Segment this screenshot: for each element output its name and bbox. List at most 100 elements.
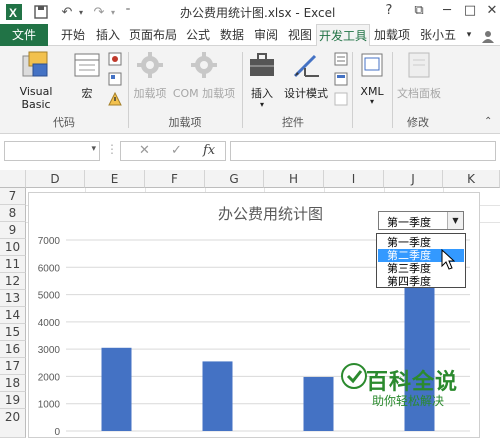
- name-box-dropdown-icon[interactable]: ▾: [91, 144, 96, 154]
- mouse-pointer-icon: [441, 249, 455, 270]
- run-dialog-icon[interactable]: [334, 92, 348, 106]
- customize-qat-icon[interactable]: ⁼: [122, 4, 134, 20]
- row-header[interactable]: 17: [0, 358, 26, 375]
- record-macro-icon[interactable]: [108, 52, 122, 66]
- tab-home[interactable]: 开始: [56, 24, 90, 46]
- row-header[interactable]: 8: [0, 205, 26, 222]
- document-panel-label: 文档面板: [397, 87, 441, 100]
- row-header[interactable]: 10: [0, 239, 26, 256]
- row-header[interactable]: 14: [0, 307, 26, 324]
- column-header[interactable]: G: [205, 170, 264, 188]
- column-header[interactable]: J: [384, 170, 443, 188]
- insert-control-button[interactable]: 插入 ▾: [244, 50, 280, 109]
- combo-dropdown-icon[interactable]: ▼: [447, 212, 463, 229]
- properties-icon[interactable]: [334, 52, 348, 66]
- select-all-corner[interactable]: [0, 170, 26, 188]
- redo-dropdown-icon[interactable]: ▾: [108, 4, 118, 20]
- formula-buttons: ✕ ✓ fx: [120, 141, 226, 161]
- svg-text:X: X: [9, 6, 17, 20]
- quarter-combo-box[interactable]: 第一季度 ▼: [378, 211, 464, 230]
- group-code-label: 代码: [53, 116, 75, 129]
- tab-file[interactable]: 文件: [0, 24, 48, 46]
- tab-page-layout[interactable]: 页面布局: [126, 24, 180, 46]
- enter-icon[interactable]: ✓: [171, 143, 182, 158]
- group-separator: [352, 52, 353, 128]
- row-header[interactable]: 7: [0, 188, 26, 205]
- document-panel-icon: [408, 52, 430, 78]
- collapse-ribbon-icon[interactable]: ⌃: [484, 116, 492, 127]
- column-header[interactable]: H: [264, 170, 324, 188]
- macro-security-icon[interactable]: [108, 92, 122, 106]
- column-header[interactable]: K: [443, 170, 500, 188]
- tab-insert[interactable]: 插入: [92, 24, 124, 46]
- watermark-logo-icon: [341, 363, 367, 389]
- design-mode-button[interactable]: 设计模式: [280, 50, 332, 101]
- help-button[interactable]: ?: [379, 3, 399, 21]
- group-separator: [128, 52, 129, 128]
- xml-button[interactable]: XML ▾: [354, 50, 390, 106]
- row-header[interactable]: 18: [0, 375, 26, 392]
- cancel-icon[interactable]: ✕: [139, 143, 150, 158]
- ribbon: Visual Basic 宏 代码 加载项 COM 加载项 加载项 插入 ▾ 设…: [0, 46, 500, 134]
- excel-logo-icon: X: [6, 4, 22, 20]
- tab-view[interactable]: 视图: [284, 24, 316, 46]
- tab-data[interactable]: 数据: [216, 24, 248, 46]
- tab-addins[interactable]: 加载项: [372, 24, 412, 46]
- group-addins-label: 加载项: [168, 116, 202, 129]
- visual-basic-icon: [22, 51, 48, 77]
- insert-function-icon[interactable]: fx: [203, 143, 215, 158]
- name-box[interactable]: ▾: [4, 141, 100, 161]
- tab-review[interactable]: 审阅: [250, 24, 282, 46]
- combo-option[interactable]: 第四季度: [378, 275, 464, 288]
- row-header[interactable]: 13: [0, 290, 26, 307]
- row-header[interactable]: 12: [0, 273, 26, 290]
- column-header[interactable]: E: [85, 170, 145, 188]
- addins-button[interactable]: 加载项: [130, 50, 170, 101]
- insert-dropdown-icon: ▾: [259, 100, 264, 109]
- undo-icon[interactable]: ↶: [58, 4, 76, 20]
- row-header[interactable]: 11: [0, 256, 26, 273]
- column-header[interactable]: F: [145, 170, 205, 188]
- tab-formulas[interactable]: 公式: [182, 24, 214, 46]
- xml-dropdown-icon: ▾: [369, 97, 374, 106]
- visual-basic-button[interactable]: Visual Basic: [4, 50, 68, 111]
- row-header[interactable]: 16: [0, 341, 26, 358]
- undo-dropdown-icon[interactable]: ▾: [76, 4, 86, 20]
- com-gear-icon: [191, 52, 217, 78]
- macros-label: 宏: [81, 87, 93, 100]
- group-separator: [242, 52, 243, 128]
- formula-input[interactable]: [230, 141, 496, 161]
- ribbon-display-button[interactable]: ⧉: [409, 3, 429, 21]
- save-icon[interactable]: [32, 4, 50, 20]
- relative-reference-icon[interactable]: [108, 72, 122, 86]
- title-bar: X ↶ ▾ ↷ ▾ ⁼ 办公费用统计图.xlsx - Excel ? ⧉ ─ □…: [0, 0, 500, 24]
- column-header[interactable]: I: [324, 170, 384, 188]
- row-header[interactable]: 9: [0, 222, 26, 239]
- tab-developer[interactable]: 开发工具: [316, 24, 370, 47]
- close-button[interactable]: ✕: [482, 3, 500, 21]
- chart-title: 办公费用统计图: [218, 205, 324, 223]
- macros-icon: [74, 53, 100, 77]
- row-header[interactable]: 19: [0, 392, 26, 409]
- user-avatar-icon[interactable]: [478, 24, 498, 46]
- group-modify-label: 修改: [407, 116, 429, 129]
- minimize-button[interactable]: ─: [437, 3, 457, 21]
- account-dropdown-icon[interactable]: ▾: [462, 24, 476, 46]
- document-panel-button[interactable]: 文档面板: [394, 50, 444, 101]
- redo-icon[interactable]: ↷: [90, 4, 108, 20]
- macros-button[interactable]: 宏: [70, 50, 104, 101]
- restore-button[interactable]: □: [460, 3, 480, 21]
- combo-value: 第一季度: [387, 216, 431, 229]
- view-code-icon[interactable]: [334, 72, 348, 86]
- row-header[interactable]: 20: [0, 409, 26, 438]
- formula-bar-grip-icon: ⋮: [106, 142, 118, 156]
- design-mode-label: 设计模式: [284, 87, 328, 100]
- column-header[interactable]: D: [26, 170, 85, 188]
- row-header[interactable]: 15: [0, 324, 26, 341]
- combo-option[interactable]: 第一季度: [378, 236, 464, 249]
- window-title: 办公费用统计图.xlsx - Excel: [180, 6, 336, 20]
- com-addins-button[interactable]: COM 加载项: [170, 50, 238, 101]
- xml-icon: [361, 53, 383, 77]
- design-mode-icon: [293, 54, 319, 78]
- user-account[interactable]: 张小五: [416, 24, 460, 46]
